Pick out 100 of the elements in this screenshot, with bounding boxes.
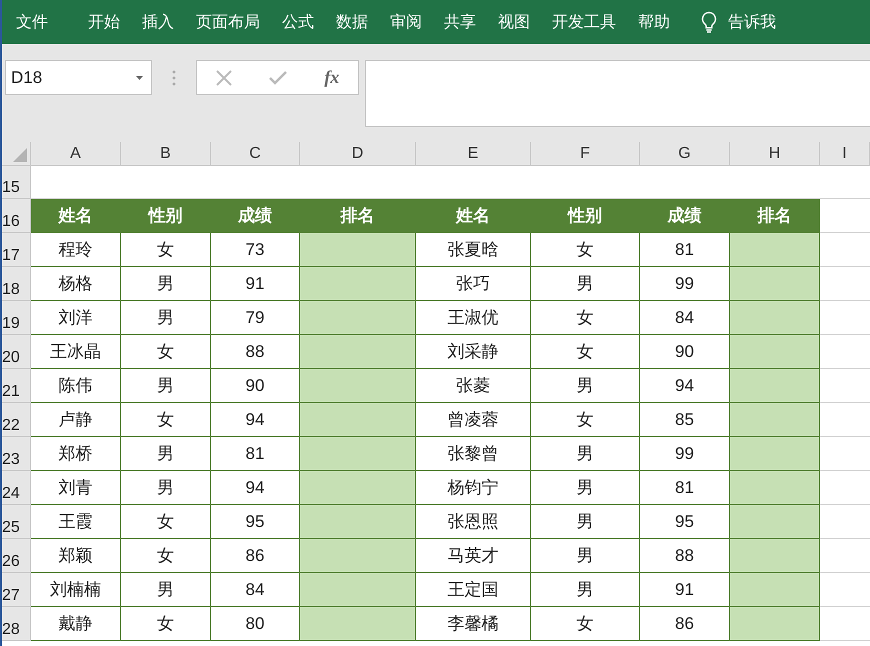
- dropdown-caret-icon[interactable]: [136, 76, 143, 80]
- table-cell: 73: [211, 233, 300, 267]
- table-cell: 86: [211, 539, 300, 573]
- row-header[interactable]: 16: [2, 199, 31, 233]
- cell-reference: D18: [11, 68, 42, 88]
- row-header[interactable]: 18: [2, 267, 31, 301]
- table-cell: 女: [531, 301, 640, 335]
- ribbon-tab[interactable]: 公式: [278, 7, 318, 37]
- enter-button[interactable]: [268, 70, 287, 84]
- cancel-button[interactable]: [216, 70, 232, 86]
- row-header[interactable]: 26: [2, 539, 31, 573]
- table-cell: 99: [640, 437, 730, 471]
- ribbon-tab[interactable]: 数据: [332, 7, 372, 37]
- row-header[interactable]: 19: [2, 301, 31, 335]
- header-cell: 成绩: [211, 199, 300, 233]
- table-cell: 女: [531, 403, 640, 437]
- table-cell: 女: [121, 539, 211, 573]
- table-cell: 80: [211, 607, 300, 641]
- table-cell: 男: [531, 369, 640, 403]
- table-cell: 曾凌蓉: [416, 403, 531, 437]
- table-cell: 张黎曾: [416, 437, 531, 471]
- table-cell: 男: [531, 437, 640, 471]
- table-cell: 95: [211, 505, 300, 539]
- table-cell: 女: [121, 403, 211, 437]
- table-cell: 81: [211, 437, 300, 471]
- ribbon-tab[interactable]: 帮助: [634, 7, 674, 37]
- table-cell: 李馨橘: [416, 607, 531, 641]
- table-cell: 王淑优: [416, 301, 531, 335]
- tell-me-button[interactable]: 告诉我: [724, 7, 780, 37]
- table-cell: 男: [121, 369, 211, 403]
- table-cell: 张恩照: [416, 505, 531, 539]
- row-header[interactable]: 20: [2, 335, 31, 369]
- table-cell: 99: [640, 267, 730, 301]
- table-cell: 91: [211, 267, 300, 301]
- column-header[interactable]: I: [820, 142, 870, 166]
- table-cell: 王冰晶: [31, 335, 121, 369]
- table-cell: 88: [211, 335, 300, 369]
- lightbulb-icon[interactable]: [700, 11, 718, 33]
- table-cell: 男: [531, 471, 640, 505]
- table-cell: 94: [211, 403, 300, 437]
- column-header[interactable]: E: [416, 142, 531, 166]
- formula-input[interactable]: [365, 60, 870, 127]
- drag-handle-icon[interactable]: [172, 70, 176, 86]
- table-cell: 张夏晗: [416, 233, 531, 267]
- column-header[interactable]: H: [730, 142, 820, 166]
- table-cell: 90: [211, 369, 300, 403]
- row-header[interactable]: 15: [2, 166, 31, 199]
- row-header[interactable]: 21: [2, 369, 31, 403]
- insert-function-button[interactable]: fx: [324, 67, 340, 88]
- table-cell: 张巧: [416, 267, 531, 301]
- table-cell: 94: [211, 471, 300, 505]
- ribbon-tab[interactable]: 视图: [494, 7, 534, 37]
- ribbon-tab[interactable]: 开发工具: [548, 7, 620, 37]
- ribbon-tab[interactable]: 审阅: [386, 7, 426, 37]
- table-cell: 程玲: [31, 233, 121, 267]
- table-cell: 81: [640, 233, 730, 267]
- select-all-icon[interactable]: [13, 148, 27, 162]
- row-header[interactable]: 22: [2, 403, 31, 437]
- header-cell: 性别: [121, 199, 211, 233]
- table-cell: 84: [640, 301, 730, 335]
- table-cell: 81: [640, 471, 730, 505]
- table-cell: 84: [211, 573, 300, 607]
- ribbon-tab[interactable]: 共享: [440, 7, 480, 37]
- table-cell: 刘青: [31, 471, 121, 505]
- table-cell: 郑桥: [31, 437, 121, 471]
- table-cell: 女: [531, 607, 640, 641]
- ribbon-tab[interactable]: 文件: [12, 7, 52, 37]
- table-cell: 94: [640, 369, 730, 403]
- table-cell: 刘楠楠: [31, 573, 121, 607]
- table-cell: 91: [640, 573, 730, 607]
- table-cell: 杨格: [31, 267, 121, 301]
- ribbon-tab[interactable]: 页面布局: [192, 7, 264, 37]
- row-header[interactable]: 24: [2, 471, 31, 505]
- ribbon-tab[interactable]: 插入: [138, 7, 178, 37]
- table-cell: 86: [640, 607, 730, 641]
- table-cell: 张菱: [416, 369, 531, 403]
- column-header[interactable]: F: [531, 142, 640, 166]
- row-header[interactable]: 25: [2, 505, 31, 539]
- column-header[interactable]: D: [300, 142, 416, 166]
- ribbon-tab[interactable]: 开始: [84, 7, 124, 37]
- table-cell: 男: [121, 267, 211, 301]
- column-header[interactable]: B: [121, 142, 211, 166]
- table-cell: 马英才: [416, 539, 531, 573]
- row-header[interactable]: 17: [2, 233, 31, 267]
- column-header[interactable]: G: [640, 142, 730, 166]
- header-cell: 成绩: [640, 199, 730, 233]
- table-cell: 戴静: [31, 607, 121, 641]
- row-header[interactable]: 28: [2, 607, 31, 641]
- table-cell: 85: [640, 403, 730, 437]
- row-header[interactable]: 23: [2, 437, 31, 471]
- table-cell: 女: [121, 505, 211, 539]
- table-cell: 79: [211, 301, 300, 335]
- header-cell: 姓名: [416, 199, 531, 233]
- table-cell: 男: [531, 573, 640, 607]
- column-header[interactable]: A: [31, 142, 121, 166]
- row-header[interactable]: 27: [2, 573, 31, 607]
- table-cell: 陈伟: [31, 369, 121, 403]
- name-box[interactable]: D18: [5, 60, 152, 95]
- table-cell: 男: [121, 573, 211, 607]
- column-header[interactable]: C: [211, 142, 300, 166]
